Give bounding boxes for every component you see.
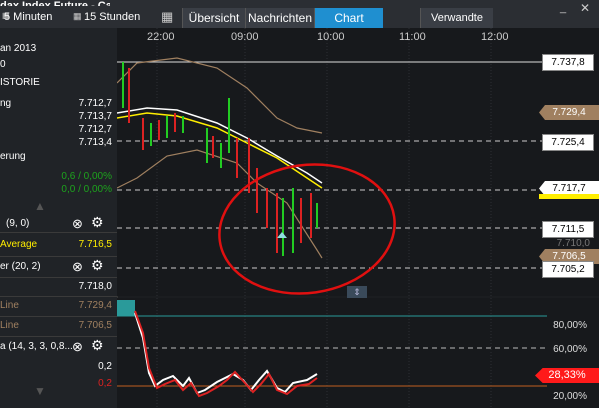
average-value: 7.716,5 (78, 239, 112, 250)
osc-level-label: 60,00% (553, 344, 587, 355)
line-label: Line (0, 300, 19, 311)
osc-level-label: 80,00% (553, 320, 587, 331)
line-label: Line (0, 320, 19, 331)
indicator-name: er (20, 2) (0, 261, 41, 272)
average-label: Average (0, 239, 38, 250)
divider (0, 232, 117, 233)
price-label: 7.725,4 (542, 134, 594, 151)
line-row: Line 7.706,5 (0, 320, 114, 336)
price-label-upper-band: 7.729,4 (539, 105, 599, 120)
stoch-value: 0,2 (98, 361, 112, 372)
panel-date: an 2013 (0, 43, 37, 54)
indicator-panel: an 2013 0 ISTORIE ng 7.712,7 7.713,7 7.71… (0, 28, 118, 408)
osc-current-value-label: 28,33% (535, 368, 599, 383)
interval-range-icon[interactable]: ▦ (73, 11, 82, 22)
change-label: erung (0, 151, 26, 162)
divider (0, 316, 117, 317)
time-label: 10:00 (317, 31, 345, 43)
stoch-value-row: 0,2 (0, 378, 114, 394)
remove-indicator-icon[interactable]: ⊗ (72, 339, 83, 355)
bb-row: 7.718,0 (0, 281, 114, 297)
price-row-label: ng (0, 98, 12, 109)
change-value: 0,6 / 0,00% (61, 171, 112, 182)
price-row-value: 7.712,7 (78, 98, 112, 109)
panel-change-label-row: erung (0, 151, 114, 167)
price-chart-area[interactable]: 22:00 09:00 10:00 11:00 12:00 7.737,8 7.… (117, 28, 599, 408)
time-label: 12:00 (481, 31, 509, 43)
price-label: 7.711,5 (542, 221, 594, 238)
oscillator-panel-bg (117, 298, 599, 408)
top-toolbar: dax Index Future - Cash ▦ 5 Minuten ▦ 15… (0, 0, 599, 28)
divider (0, 296, 117, 297)
bb-value: 7.718,0 (78, 281, 112, 292)
osc-level-label: 20,00% (553, 391, 587, 402)
price-row-value: 7.713,7 (78, 111, 112, 122)
time-label: 09:00 (231, 31, 259, 43)
instrument-title: dax Index Future - Cash (0, 0, 110, 6)
settings-gear-icon[interactable]: ⚙ (91, 214, 104, 231)
price-label-faint: 7.710,0 (556, 238, 590, 249)
panel-resize-handle-icon[interactable]: ⇕ (347, 286, 367, 298)
osc-area (117, 300, 135, 316)
collapse-down-icon[interactable]: ▼ (34, 384, 46, 398)
divider (0, 277, 117, 278)
remove-indicator-icon[interactable]: ⊗ (72, 216, 83, 232)
price-label-low: 7.705,2 (542, 261, 594, 278)
settings-gear-icon[interactable]: ⚙ (91, 257, 104, 274)
price-row-value: 7.713,4 (78, 137, 112, 148)
window-close-icon[interactable]: ✕ (580, 1, 590, 15)
interval-5min-label[interactable]: 5 Minuten (4, 11, 52, 23)
yellow-ma-marker (539, 194, 599, 199)
related-button[interactable]: Verwandte (420, 8, 493, 28)
interval-15h-label[interactable]: 15 Stunden (84, 11, 140, 23)
line-row: Line 7.729,4 (0, 300, 114, 316)
settings-gear-icon[interactable]: ⚙ (91, 337, 104, 354)
collapse-up-icon[interactable]: ▲ (34, 199, 46, 213)
line-value: 7.729,4 (78, 300, 112, 311)
price-panel-bg (117, 28, 599, 296)
stoch-value: 0,2 (98, 378, 112, 389)
indicator-name: (9, 0) (6, 218, 30, 229)
stoch-value-row: 0,2 (0, 361, 114, 377)
panel-date-row: an 2013 (0, 43, 114, 59)
panel-zero: 0 (0, 59, 6, 70)
average-row: Average 7.716,5 (0, 239, 114, 255)
stoch-label: a (14, 3, 3, 0,8... (0, 341, 73, 352)
time-label: 11:00 (399, 31, 426, 43)
line-value: 7.706,5 (78, 320, 112, 331)
calendar-icon[interactable]: ▦ (161, 9, 173, 25)
tab-overview[interactable]: Übersicht (182, 8, 245, 28)
remove-indicator-icon[interactable]: ⊗ (72, 259, 83, 275)
price-label-high: 7.737,8 (542, 54, 594, 71)
window-minimize-icon[interactable]: _ (560, 2, 566, 14)
price-chart[interactable] (117, 28, 599, 408)
change-value: 0,0 / 0,00% (61, 184, 112, 195)
tab-chart[interactable]: Chart (314, 8, 383, 28)
panel-history: ISTORIE (0, 77, 40, 88)
price-row-value: 7.712,7 (78, 124, 112, 135)
panel-zero-row: 0 (0, 59, 114, 75)
time-label: 22:00 (147, 31, 175, 43)
tab-news[interactable]: Nachrichten (245, 8, 314, 28)
panel-history-row: ISTORIE (0, 77, 114, 93)
panel-change-row: 0,0 / 0,00% (0, 184, 114, 200)
